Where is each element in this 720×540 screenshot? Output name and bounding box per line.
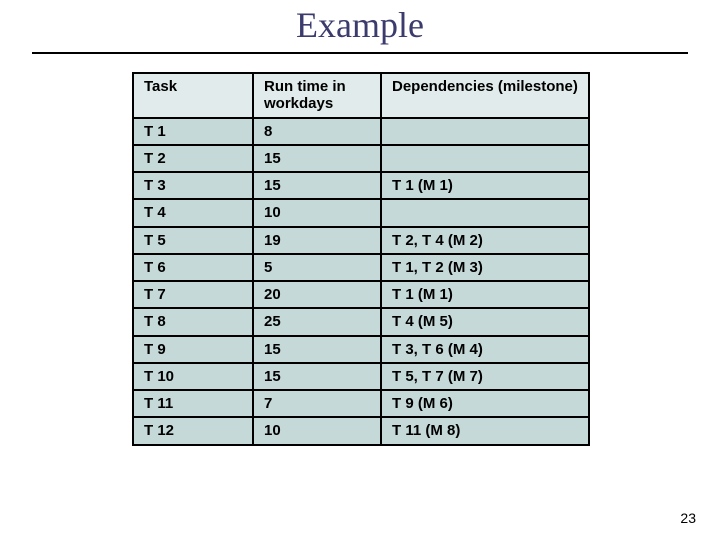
cell-deps: T 1 (M 1): [381, 172, 589, 199]
table-header-row: Task Run time in workdays Dependencies (…: [133, 73, 589, 118]
table-row: T 7 20 T 1 (M 1): [133, 281, 589, 308]
table-row: T 8 25 T 4 (M 5): [133, 308, 589, 335]
cell-task: T 5: [133, 227, 253, 254]
cell-task: T 11: [133, 390, 253, 417]
cell-runtime: 20: [253, 281, 381, 308]
cell-runtime: 25: [253, 308, 381, 335]
cell-runtime: 15: [253, 145, 381, 172]
cell-runtime: 15: [253, 336, 381, 363]
cell-runtime: 15: [253, 363, 381, 390]
table-row: T 10 15 T 5, T 7 (M 7): [133, 363, 589, 390]
cell-task: T 8: [133, 308, 253, 335]
cell-deps: T 9 (M 6): [381, 390, 589, 417]
title-underline: [32, 52, 688, 54]
cell-task: T 10: [133, 363, 253, 390]
cell-deps: T 11 (M 8): [381, 417, 589, 444]
page-number: 23: [680, 510, 696, 526]
table-row: T 6 5 T 1, T 2 (M 3): [133, 254, 589, 281]
table-row: T 5 19 T 2, T 4 (M 2): [133, 227, 589, 254]
header-runtime: Run time in workdays: [253, 73, 381, 118]
cell-runtime: 5: [253, 254, 381, 281]
cell-task: T 4: [133, 199, 253, 226]
cell-deps: [381, 199, 589, 226]
cell-deps: [381, 118, 589, 145]
table-row: T 12 10 T 11 (M 8): [133, 417, 589, 444]
slide: Example Task Run time in workdays Depend…: [0, 0, 720, 540]
table-wrap: Task Run time in workdays Dependencies (…: [132, 72, 588, 446]
cell-runtime: 8: [253, 118, 381, 145]
cell-task: T 7: [133, 281, 253, 308]
title-wrap: Example: [0, 0, 720, 46]
cell-deps: [381, 145, 589, 172]
cell-deps: T 1 (M 1): [381, 281, 589, 308]
table-row: T 3 15 T 1 (M 1): [133, 172, 589, 199]
cell-task: T 9: [133, 336, 253, 363]
table-row: T 9 15 T 3, T 6 (M 4): [133, 336, 589, 363]
table-row: T 11 7 T 9 (M 6): [133, 390, 589, 417]
cell-deps: T 3, T 6 (M 4): [381, 336, 589, 363]
table-row: T 2 15: [133, 145, 589, 172]
cell-task: T 2: [133, 145, 253, 172]
cell-runtime: 7: [253, 390, 381, 417]
task-table: Task Run time in workdays Dependencies (…: [132, 72, 590, 446]
cell-task: T 6: [133, 254, 253, 281]
cell-runtime: 15: [253, 172, 381, 199]
cell-deps: T 5, T 7 (M 7): [381, 363, 589, 390]
table-row: T 4 10: [133, 199, 589, 226]
table-body: T 1 8 T 2 15 T 3 15 T 1 (M 1) T 4 10: [133, 118, 589, 445]
cell-runtime: 10: [253, 417, 381, 444]
cell-deps: T 1, T 2 (M 3): [381, 254, 589, 281]
header-deps: Dependencies (milestone): [381, 73, 589, 118]
cell-task: T 3: [133, 172, 253, 199]
cell-runtime: 10: [253, 199, 381, 226]
cell-task: T 1: [133, 118, 253, 145]
table-row: T 1 8: [133, 118, 589, 145]
cell-runtime: 19: [253, 227, 381, 254]
cell-deps: T 4 (M 5): [381, 308, 589, 335]
header-task: Task: [133, 73, 253, 118]
cell-task: T 12: [133, 417, 253, 444]
cell-deps: T 2, T 4 (M 2): [381, 227, 589, 254]
page-title: Example: [296, 4, 424, 46]
